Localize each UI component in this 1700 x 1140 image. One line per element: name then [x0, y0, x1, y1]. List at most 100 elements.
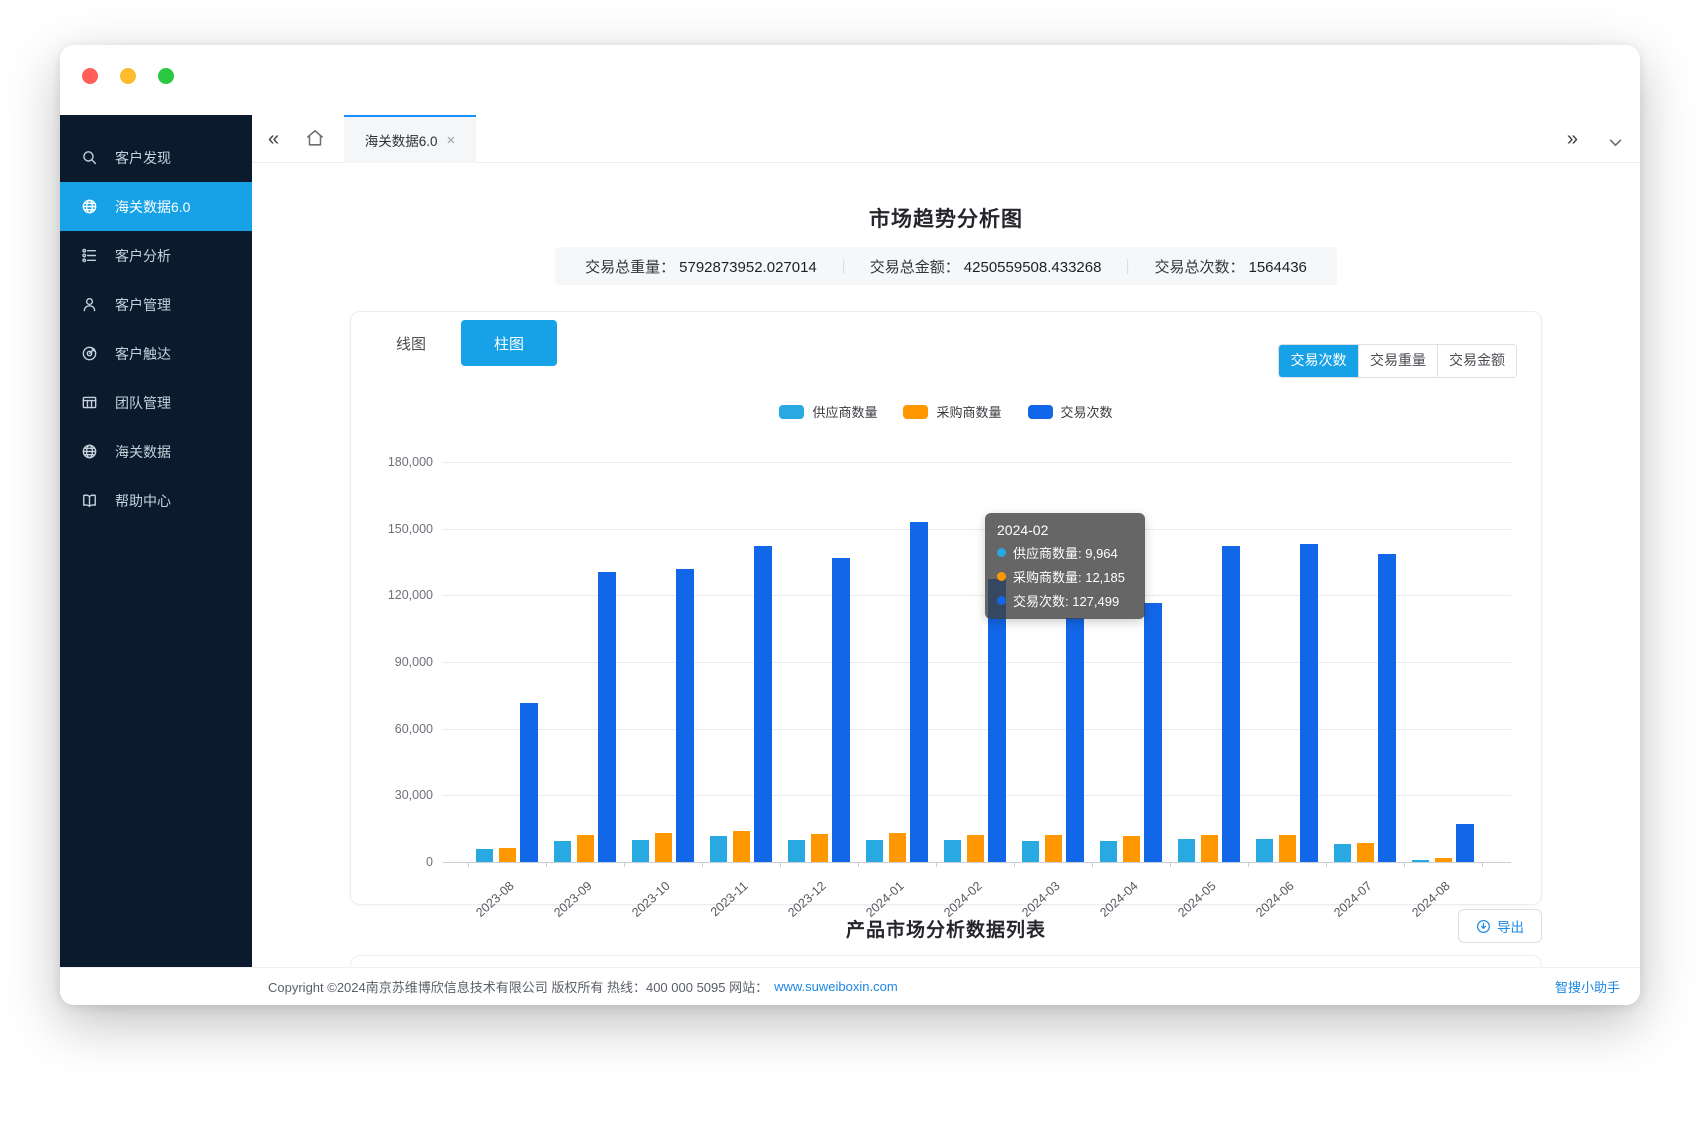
chart-bar-交易次数-2024-01[interactable]	[910, 522, 928, 862]
legend-item-采购商数量[interactable]: 采购商数量	[903, 402, 1001, 421]
x-axis-tick	[702, 862, 703, 867]
chart-bar-交易次数-2024-04[interactable]	[1144, 603, 1162, 862]
chart-bar-交易次数-2024-02[interactable]	[988, 579, 1006, 862]
sidebar-item-label: 客户触达	[115, 344, 171, 364]
chart-bar-供应商数量-2024-05[interactable]	[1178, 839, 1195, 862]
tab-bar: « 海关数据6.0 × »	[252, 115, 1640, 163]
minimize-window-button[interactable]	[120, 68, 136, 84]
tooltip-title: 2024-02	[997, 522, 1133, 538]
chart-bar-供应商数量-2024-01[interactable]	[866, 840, 883, 862]
chart-bar-采购商数量-2024-04[interactable]	[1123, 836, 1140, 862]
tooltip-series-dot	[997, 572, 1006, 581]
metric-toggle-交易金额[interactable]: 交易金额	[1437, 345, 1516, 377]
collapse-sidebar-icon[interactable]: «	[268, 115, 279, 163]
legend-item-交易次数[interactable]: 交易次数	[1028, 402, 1113, 421]
chart-bar-采购商数量-2024-08[interactable]	[1435, 858, 1452, 862]
data-table-top-edge	[350, 955, 1542, 967]
sidebar-item-海关数据6.0[interactable]: 海关数据6.0	[60, 182, 252, 231]
y-axis-tick-label: 30,000	[351, 788, 433, 802]
y-axis-tick-label: 150,000	[351, 522, 433, 536]
chart-bar-采购商数量-2024-05[interactable]	[1201, 835, 1218, 862]
home-icon[interactable]	[304, 127, 326, 154]
page-title: 市场趋势分析图	[252, 203, 1640, 233]
metric-toggle-交易重量[interactable]: 交易重量	[1358, 345, 1437, 377]
x-axis-tick	[624, 862, 625, 867]
x-axis-tick	[1482, 862, 1483, 867]
sidebar-item-客户发现[interactable]: 客户发现	[60, 133, 252, 182]
chart-bar-交易次数-2023-09[interactable]	[598, 572, 616, 862]
chart-bar-采购商数量-2024-03[interactable]	[1045, 835, 1062, 862]
assistant-link[interactable]: 智搜小助手	[1555, 977, 1620, 996]
chart-bar-交易次数-2023-11[interactable]	[754, 546, 772, 862]
expand-tabs-icon[interactable]: »	[1567, 115, 1578, 163]
chart-bar-供应商数量-2023-11[interactable]	[710, 836, 727, 862]
sidebar-item-客户分析[interactable]: 客户分析	[60, 231, 252, 280]
copyright-text: Copyright ©2024南京苏维博欣信息技术有限公司 版权所有 热线：40…	[268, 977, 768, 996]
sidebar-item-label: 团队管理	[115, 393, 171, 413]
tab-close-icon[interactable]: ×	[447, 132, 456, 149]
legend-item-供应商数量[interactable]: 供应商数量	[779, 402, 877, 421]
chart-bar-采购商数量-2023-10[interactable]	[655, 833, 672, 862]
sidebar-item-团队管理[interactable]: 团队管理	[60, 378, 252, 427]
chart-bar-交易次数-2023-12[interactable]	[832, 558, 850, 862]
chart-bar-交易次数-2024-08[interactable]	[1456, 824, 1474, 862]
chart-bar-采购商数量-2024-02[interactable]	[967, 835, 984, 862]
sidebar-item-帮助中心[interactable]: 帮助中心	[60, 476, 252, 525]
x-axis-tick	[546, 862, 547, 867]
sidebar-item-label: 客户发现	[115, 148, 171, 168]
chart-bar-供应商数量-2023-12[interactable]	[788, 840, 805, 862]
chart-bar-交易次数-2024-07[interactable]	[1378, 554, 1396, 862]
chart-bar-供应商数量-2024-04[interactable]	[1100, 841, 1117, 862]
chart-bar-交易次数-2024-06[interactable]	[1300, 544, 1318, 862]
sidebar-item-label: 海关数据	[115, 442, 171, 462]
sidebar-item-客户管理[interactable]: 客户管理	[60, 280, 252, 329]
chart-bar-供应商数量-2024-08[interactable]	[1412, 860, 1429, 862]
close-window-button[interactable]	[82, 68, 98, 84]
legend-swatch	[903, 405, 928, 419]
sidebar-item-label: 帮助中心	[115, 491, 171, 511]
sidebar: 客户发现海关数据6.0客户分析客户管理客户触达团队管理海关数据帮助中心	[60, 115, 252, 967]
chart-bar-供应商数量-2024-03[interactable]	[1022, 841, 1039, 862]
stat-separator	[1127, 259, 1128, 274]
metric-toggle-交易次数[interactable]: 交易次数	[1279, 345, 1358, 377]
chart-bar-供应商数量-2024-02[interactable]	[944, 840, 961, 862]
chart-card: 线图柱图 交易次数交易重量交易金额 供应商数量采购商数量交易次数 2024-02…	[350, 311, 1542, 905]
user-icon	[81, 296, 98, 313]
chart-bar-交易次数-2023-10[interactable]	[676, 569, 694, 862]
chart-bar-供应商数量-2024-07[interactable]	[1334, 844, 1351, 862]
sidebar-item-海关数据[interactable]: 海关数据	[60, 427, 252, 476]
chart-type-tab-线图[interactable]: 线图	[363, 320, 459, 366]
chart-bar-供应商数量-2023-10[interactable]	[632, 840, 649, 862]
chart-tooltip: 2024-02 供应商数量: 9,964采购商数量: 12,185交易次数: 1…	[985, 513, 1145, 619]
website-link[interactable]: www.suweiboxin.com	[774, 979, 898, 994]
x-axis-tick	[1170, 862, 1171, 867]
chart-bar-采购商数量-2023-08[interactable]	[499, 848, 516, 862]
sidebar-item-客户触达[interactable]: 客户触达	[60, 329, 252, 378]
tab-customs-data[interactable]: 海关数据6.0 ×	[344, 115, 476, 163]
chart-bar-采购商数量-2023-09[interactable]	[577, 835, 594, 862]
chart-bar-交易次数-2024-05[interactable]	[1222, 546, 1240, 862]
titlebar	[60, 45, 1640, 115]
chart-bar-采购商数量-2023-12[interactable]	[811, 834, 828, 862]
chart-bar-采购商数量-2024-01[interactable]	[889, 833, 906, 862]
stat-separator	[843, 259, 844, 274]
chart-legend: 供应商数量 采购商数量 交易次数	[351, 402, 1541, 421]
chart-bar-采购商数量-2024-06[interactable]	[1279, 835, 1296, 862]
chart-bar-采购商数量-2023-11[interactable]	[733, 831, 750, 862]
chart-bar-交易次数-2023-08[interactable]	[520, 703, 538, 862]
chevron-down-icon[interactable]	[1609, 134, 1622, 152]
y-axis-tick-label: 90,000	[351, 655, 433, 669]
chart-bar-供应商数量-2023-08[interactable]	[476, 849, 493, 862]
export-button[interactable]: 导出	[1458, 909, 1542, 943]
chart-type-tab-柱图[interactable]: 柱图	[461, 320, 557, 366]
x-axis-tick	[936, 862, 937, 867]
chart-bar-供应商数量-2024-06[interactable]	[1256, 839, 1273, 862]
zoom-window-button[interactable]	[158, 68, 174, 84]
chart-bar-供应商数量-2023-09[interactable]	[554, 841, 571, 862]
search-icon	[81, 149, 98, 166]
export-download-icon	[1476, 919, 1491, 934]
analysis-list-icon	[81, 247, 98, 264]
chart-bar-交易次数-2024-03[interactable]	[1066, 618, 1084, 862]
sidebar-item-label: 客户管理	[115, 295, 171, 315]
chart-bar-采购商数量-2024-07[interactable]	[1357, 843, 1374, 862]
